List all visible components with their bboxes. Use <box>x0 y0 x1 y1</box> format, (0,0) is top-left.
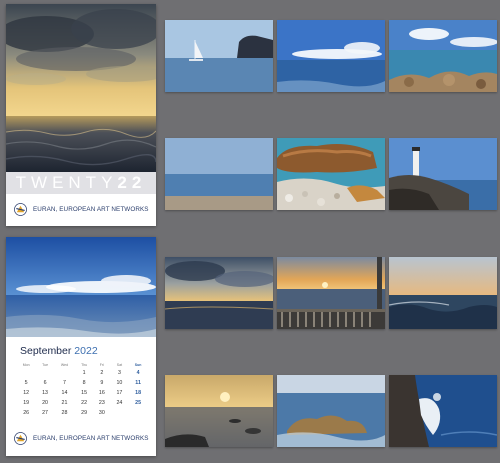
day-cell: 23 <box>98 400 105 406</box>
thumbnail-sunset-over-railing[interactable] <box>277 257 385 329</box>
cover-year-title: TWENTY22 <box>6 172 156 194</box>
euran-logo-icon <box>14 432 27 445</box>
calendar-week-row: 26 27 28 29 30 <box>16 408 148 418</box>
thumbnail-lighthouse-on-rocks[interactable] <box>389 138 497 210</box>
day-cell: 19 <box>23 400 30 406</box>
weekday-header: Tue <box>42 362 49 367</box>
calendar-month-card[interactable]: September 2022 Mon Tue Wed Thu Fri Sat S… <box>6 237 156 456</box>
day-cell: 22 <box>81 400 88 406</box>
weekday-header: Thu <box>81 362 88 367</box>
day-cell: 21 <box>61 400 68 406</box>
month-year: 2022 <box>74 345 98 357</box>
day-cell: 26 <box>23 410 30 416</box>
day-cell: 14 <box>61 390 68 396</box>
brand-name: EURAN, EUROPEAN ART NETWORKS <box>33 206 149 213</box>
day-cell: 29 <box>81 410 88 416</box>
day-cell-sunday: 25 <box>135 400 142 406</box>
day-cell: 13 <box>42 390 49 396</box>
day-cell: 7 <box>63 380 66 386</box>
day-cell: 27 <box>42 410 49 416</box>
day-cell: 6 <box>43 380 47 386</box>
day-cell <box>36 368 54 378</box>
calendar-week-row: 12 13 14 15 16 17 18 <box>16 388 148 398</box>
day-cell-sunday: 4 <box>136 370 140 376</box>
day-cell: 24 <box>116 400 123 406</box>
cover-brand: EURAN, EUROPEAN ART NETWORKS <box>14 203 149 216</box>
calendar-week-row: 19 20 21 22 23 24 25 <box>16 398 148 408</box>
day-cell: 28 <box>61 410 68 416</box>
day-cell: 10 <box>116 380 123 386</box>
day-cell: 20 <box>42 400 49 406</box>
month-brand: EURAN, EUROPEAN ART NETWORKS <box>14 432 149 445</box>
thumbnail-wave-crashing-rocks[interactable] <box>389 375 497 447</box>
thumbnail-rocky-shore-clouds[interactable] <box>389 20 497 92</box>
calendar-week-row: 1 2 3 4 <box>16 368 148 378</box>
month-photo-blue-sea <box>6 237 156 337</box>
weekday-header: Mon <box>22 362 30 367</box>
thumbnail-long-exposure-sunset-rocks[interactable] <box>165 375 273 447</box>
day-cell: 8 <box>82 380 86 386</box>
thumbnail-stormy-sky-sunset[interactable] <box>165 257 273 329</box>
euran-logo-icon <box>14 203 27 216</box>
calendar-cover-card[interactable]: TWENTY22 EURAN, EUROPEAN ART NETWORKS <box>6 4 156 226</box>
thumbnail-blue-sea-horizon[interactable] <box>277 20 385 92</box>
weekday-header-row: Mon Tue Wed Thu Fri Sat Sun <box>16 361 148 368</box>
day-cell: 16 <box>98 390 105 396</box>
day-cell <box>111 408 129 418</box>
day-cell: 12 <box>23 390 30 396</box>
thumbnail-rocks-in-blue-sea[interactable] <box>277 375 385 447</box>
weekday-header-sunday: Sun <box>134 362 142 367</box>
thumbnail-beach-boulders-pebbles[interactable] <box>277 138 385 210</box>
brand-name: EURAN, EUROPEAN ART NETWORKS <box>33 435 149 442</box>
cover-title-light: TWENTY <box>15 173 118 192</box>
day-cell: 30 <box>98 410 105 416</box>
weekday-header: Wed <box>60 362 69 367</box>
month-title: September 2022 <box>20 345 98 357</box>
day-cell: 2 <box>100 370 104 376</box>
thumbnail-calm-blue-horizon[interactable] <box>165 138 273 210</box>
day-cell-sunday: 18 <box>135 390 142 396</box>
day-cell: 9 <box>100 380 104 386</box>
cover-photo-sunset-sea <box>6 4 156 172</box>
day-cell: 15 <box>81 390 88 396</box>
month-name: September <box>20 345 72 357</box>
day-cell: 17 <box>116 390 123 396</box>
calendar-week-row: 5 6 7 8 9 10 11 <box>16 378 148 388</box>
day-cell-sunday <box>128 408 148 418</box>
calendar-grid: Mon Tue Wed Thu Fri Sat Sun 1 2 3 4 5 6 <box>16 361 148 418</box>
day-cell: 1 <box>82 370 86 376</box>
weekday-header: Sat <box>116 362 123 367</box>
day-cell <box>54 368 75 378</box>
thumbnail-waves-at-dusk[interactable] <box>389 257 497 329</box>
weekday-header: Fri <box>99 362 104 367</box>
day-cell-sunday: 11 <box>135 380 141 386</box>
thumbnail-sailboat-and-cliff[interactable] <box>165 20 273 92</box>
day-cell: 5 <box>24 380 28 386</box>
day-cell: 3 <box>117 370 121 376</box>
cover-title-bold: 22 <box>117 173 147 192</box>
day-cell <box>16 368 36 378</box>
